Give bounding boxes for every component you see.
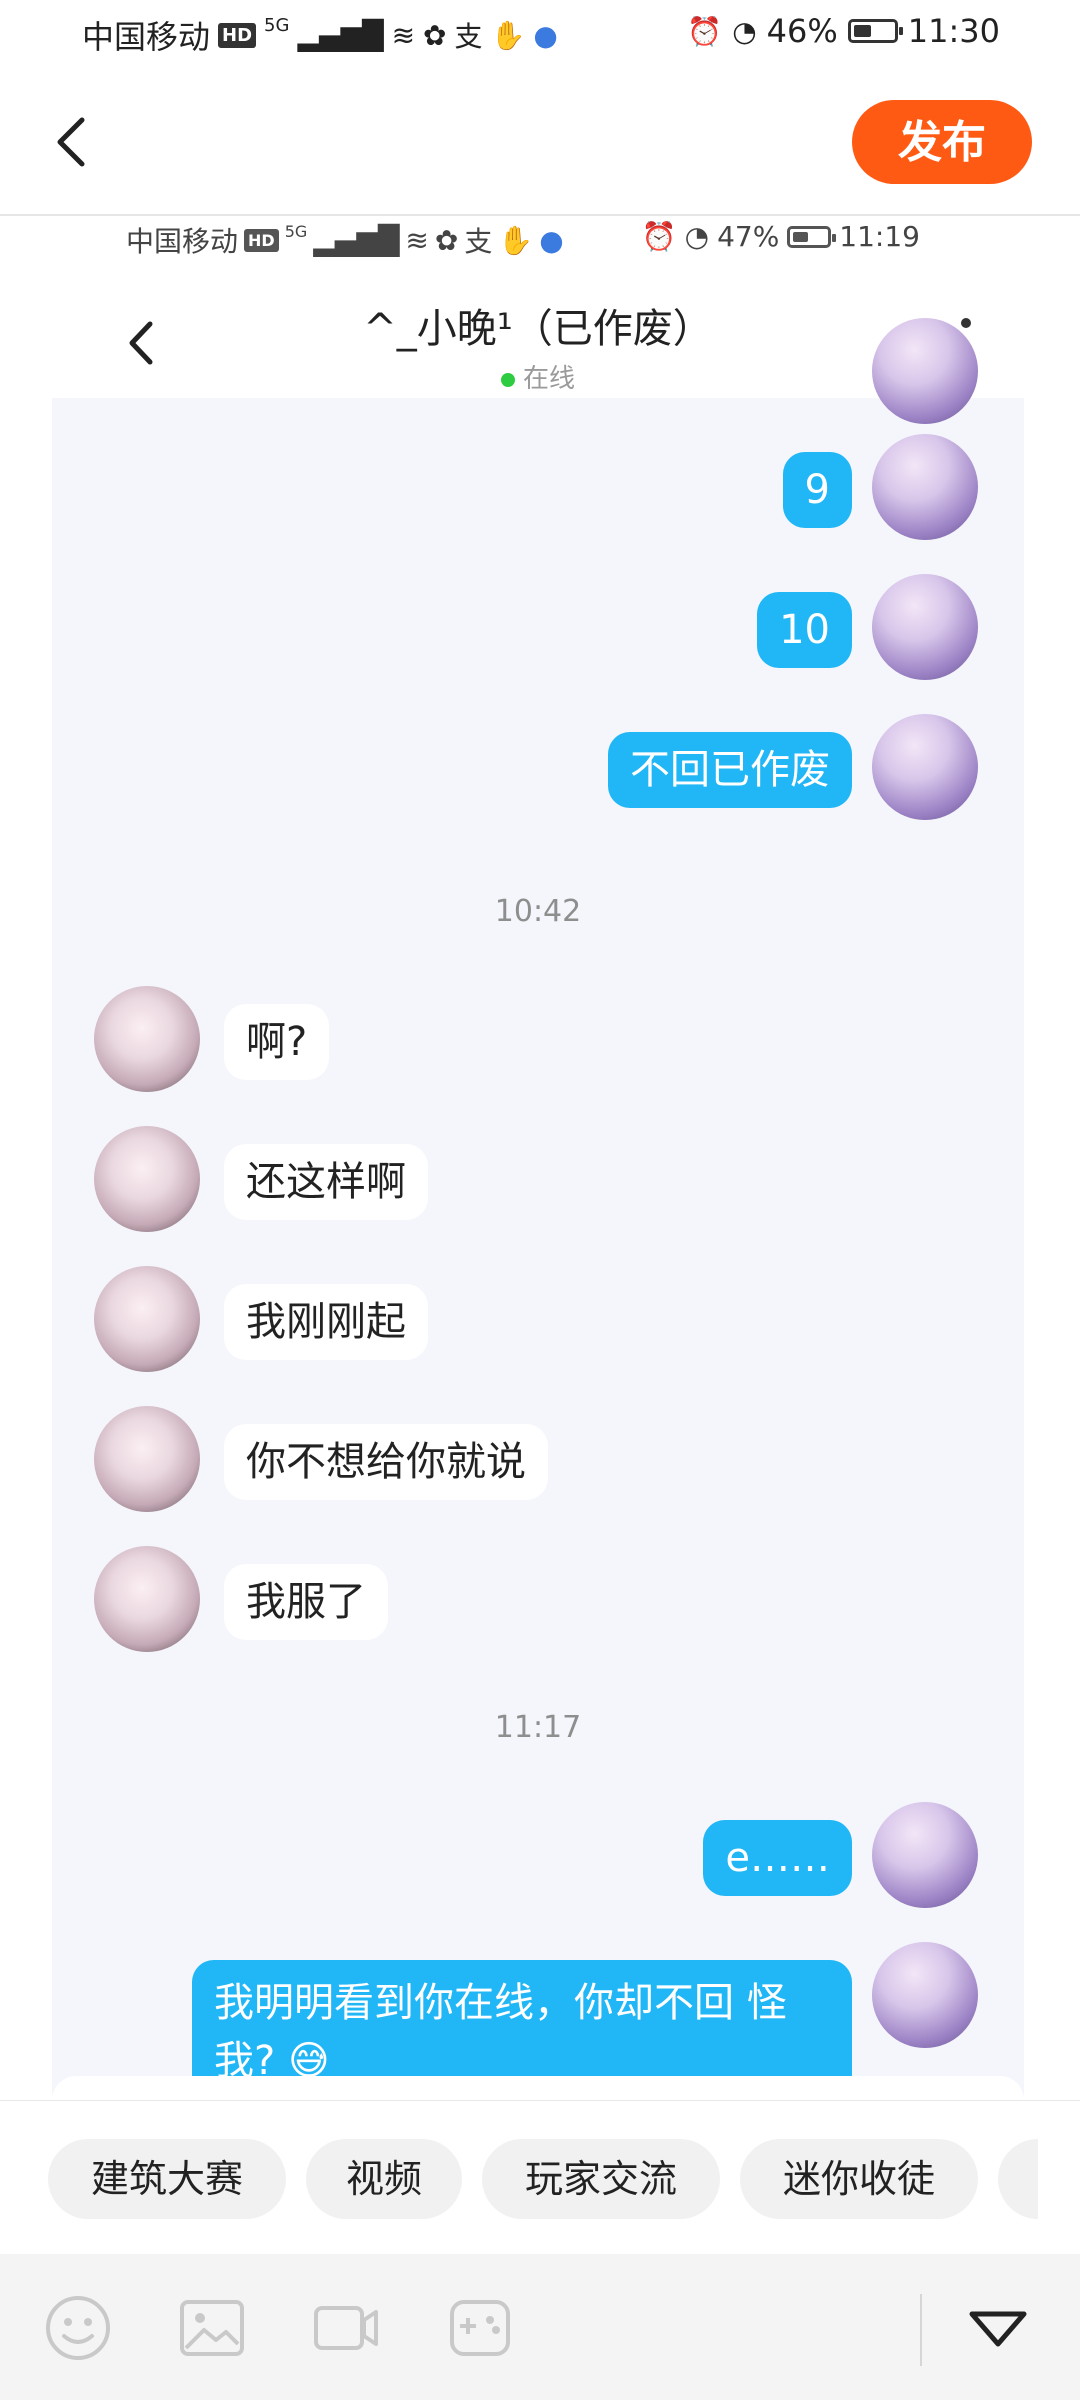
tag-chip-partial[interactable] [998, 2139, 1038, 2219]
embedded-carrier: 中国移动 [126, 225, 239, 258]
my-avatar[interactable] [872, 1942, 978, 2048]
embedded-status-bar: 中国移动 HD 5G ▂▄▆█ ≋ ✿ 支 ✋ ● ⏰ ◔ 47% 11:19 [52, 216, 1024, 268]
video-icon[interactable] [312, 2294, 380, 2362]
contact-avatar[interactable] [94, 986, 200, 1092]
status-right: ⏰ ◔ 46% 11:30 [687, 12, 1000, 50]
signal-bars-icon: ▂▄▆█ [297, 18, 384, 52]
contact-avatar[interactable] [94, 1406, 200, 1512]
embedded-signal-icon: ▂▄▆█ [313, 223, 400, 257]
battery-icon [847, 19, 903, 43]
my-avatar[interactable] [872, 1802, 978, 1908]
contact-message-bubble[interactable]: 啊? [224, 1004, 330, 1080]
browser-icon: ● [533, 18, 558, 52]
top-bar: 发布 [0, 72, 1080, 216]
contact-message-bubble[interactable]: 我刚刚起 [224, 1284, 428, 1360]
contact-message-bubble[interactable]: 我服了 [224, 1564, 388, 1640]
status-left: 中国移动 HD 5G ▂▄▆█ ≋ ✿ 支 ✋ ● [82, 12, 558, 58]
my-message-bubble[interactable]: 9 [782, 452, 852, 528]
embedded-status-left: 中国移动 HD 5G ▂▄▆█ ≋ ✿ 支 ✋ ● [126, 220, 564, 260]
embedded-battery-percent: 47% [717, 220, 780, 253]
tag-chip[interactable]: 迷你收徒 [740, 2139, 978, 2219]
battery-percent: 46% [766, 12, 838, 50]
contact-message-bubble[interactable]: 你不想给你就说 [224, 1424, 548, 1500]
back-button[interactable] [48, 112, 98, 172]
my-avatar[interactable] [872, 434, 978, 540]
avatar[interactable] [872, 318, 978, 424]
tag-chip[interactable]: 玩家交流 [482, 2139, 720, 2219]
hd-badge: HD [218, 22, 257, 48]
tag-chip[interactable]: 视频 [306, 2139, 462, 2219]
alarm-icon: ⏰ [687, 14, 723, 48]
contact-message-bubble[interactable]: 还这样啊 [224, 1144, 428, 1220]
compose-toolbar [0, 2254, 1080, 2400]
my-message-bubble[interactable]: 10 [757, 592, 852, 668]
message-timestamp: 10:42 [494, 894, 582, 929]
gamepad-icon[interactable] [446, 2294, 514, 2362]
back-arrow-icon [57, 117, 85, 167]
app-notification-icon: ✿ [423, 18, 447, 52]
signal-icon: 5G [264, 14, 290, 36]
status-bar: 中国移动 HD 5G ▂▄▆█ ≋ ✿ 支 ✋ ● ⏰ ◔ 46% 11:30 [0, 0, 1080, 72]
contact-avatar[interactable] [94, 1126, 200, 1232]
tag-chip[interactable]: 建筑大赛 [48, 2139, 286, 2219]
presence-label: 在线 [522, 364, 575, 394]
embedded-alarm-icon: ⏰ [641, 220, 677, 253]
chat-message-list[interactable]: 9 10 不回已作废 10:42 啊? 还这样啊 我刚刚起 你不想给你就说 我服… [52, 318, 1024, 2100]
topic-tag-bar: 建筑大赛 视频 玩家交流 迷你收徒 [0, 2100, 1080, 2255]
speed-icon: ◔ [732, 14, 757, 48]
my-message-bubble[interactable]: 不回已作废 [608, 732, 852, 808]
embedded-clock: 11:19 [839, 220, 920, 253]
embedded-speed-icon: ◔ [684, 220, 710, 253]
contact-avatar[interactable] [94, 1266, 200, 1372]
embedded-browser-icon: ● [539, 223, 564, 257]
embedded-signal-label: 5G [284, 221, 308, 241]
toolbar-divider [920, 2294, 922, 2366]
my-message-bubble[interactable]: e…… [703, 1820, 852, 1896]
embedded-battery-icon [787, 225, 837, 248]
publish-button[interactable]: 发布 [852, 100, 1032, 184]
embedded-alipay-icon: 支 [464, 225, 493, 258]
clock: 11:30 [907, 12, 1000, 50]
embedded-hand-icon: ✋ [498, 223, 534, 257]
embedded-status-right: ⏰ ◔ 47% 11:19 [642, 220, 920, 253]
chat-input-area [52, 2076, 1024, 2100]
embedded-screenshot: 中国移动 HD 5G ▂▄▆█ ≋ ✿ 支 ✋ ● ⏰ ◔ 47% 11:19 … [52, 216, 1024, 2100]
embedded-hd-badge: HD [244, 228, 279, 252]
online-dot-icon [500, 372, 515, 387]
image-icon[interactable] [178, 2294, 246, 2362]
embedded-app-icon: ✿ [434, 223, 459, 257]
my-avatar[interactable] [872, 714, 978, 820]
message-timestamp: 11:17 [494, 1710, 582, 1745]
embedded-wifi-icon: ≋ [405, 223, 429, 257]
alipay-icon: 支 [454, 20, 483, 53]
collapse-icon[interactable] [964, 2294, 1032, 2362]
hand-icon: ✋ [490, 18, 526, 52]
contact-avatar[interactable] [94, 1546, 200, 1652]
carrier-label: 中国移动 [82, 18, 211, 56]
wifi-icon: ≋ [391, 18, 416, 52]
emoji-icon[interactable] [44, 2294, 112, 2362]
my-avatar[interactable] [872, 574, 978, 680]
